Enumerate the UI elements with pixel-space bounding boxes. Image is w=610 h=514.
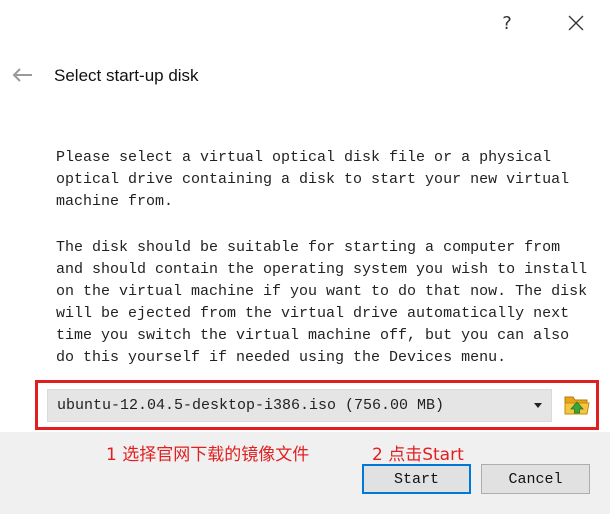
annotation-step-1: 1 选择官网下载的镜像文件	[106, 445, 310, 465]
start-button[interactable]: Start	[362, 464, 471, 494]
description-paragraph-1: Please select a virtual optical disk fil…	[56, 149, 570, 210]
back-arrow-icon	[12, 68, 32, 82]
annotation-step-2: 2 点击Start	[372, 445, 464, 465]
back-button[interactable]	[10, 66, 34, 84]
description-paragraph-2: The disk should be suitable for starting…	[56, 239, 588, 366]
dialog-title: Select start-up disk	[54, 66, 199, 85]
annotation-highlight-box	[35, 380, 599, 430]
close-icon	[568, 15, 584, 31]
close-button[interactable]	[561, 10, 591, 36]
help-button[interactable]: ?	[492, 10, 522, 36]
cancel-button[interactable]: Cancel	[481, 464, 590, 494]
